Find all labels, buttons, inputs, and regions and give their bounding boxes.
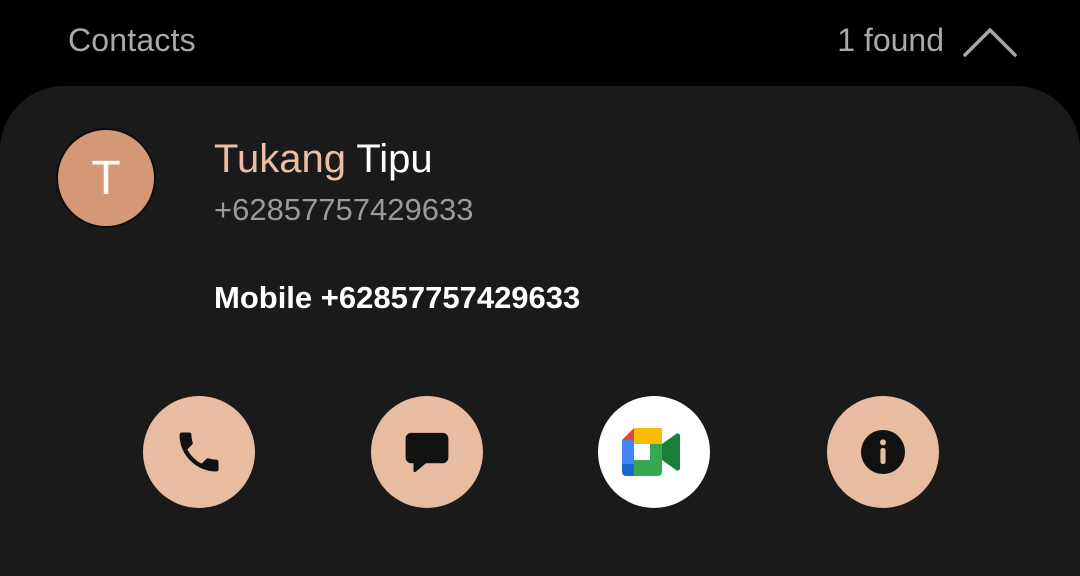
- avatar[interactable]: T: [58, 130, 154, 226]
- contact-name-rest: Tipu: [345, 137, 433, 181]
- collapse-button[interactable]: [958, 20, 1022, 64]
- results-count: 1 found: [837, 22, 944, 58]
- message-button[interactable]: [371, 396, 483, 508]
- google-meet-icon: [622, 428, 680, 476]
- avatar-initial: T: [91, 151, 121, 205]
- chevron-up-icon: [963, 28, 1017, 57]
- mobile-number: +62857757429633: [320, 280, 581, 315]
- contact-card[interactable]: T Tukang Tipu +62857757429633 Mobile +62…: [0, 86, 1080, 576]
- contact-number: +62857757429633: [214, 192, 474, 227]
- contact-name[interactable]: Tukang Tipu: [214, 137, 433, 182]
- call-button[interactable]: [143, 396, 255, 508]
- info-icon: [861, 430, 905, 474]
- mobile-label: Mobile: [214, 280, 313, 315]
- message-icon: [405, 432, 449, 473]
- mobile-number-row[interactable]: Mobile +62857757429633: [214, 280, 580, 316]
- google-meet-button[interactable]: [598, 396, 710, 508]
- contact-info-button[interactable]: [827, 396, 939, 508]
- contact-name-match: Tukang: [214, 137, 346, 181]
- phone-icon: [179, 432, 219, 472]
- search-results-header: Contacts 1 found: [0, 0, 1080, 86]
- section-title: Contacts: [68, 22, 196, 58]
